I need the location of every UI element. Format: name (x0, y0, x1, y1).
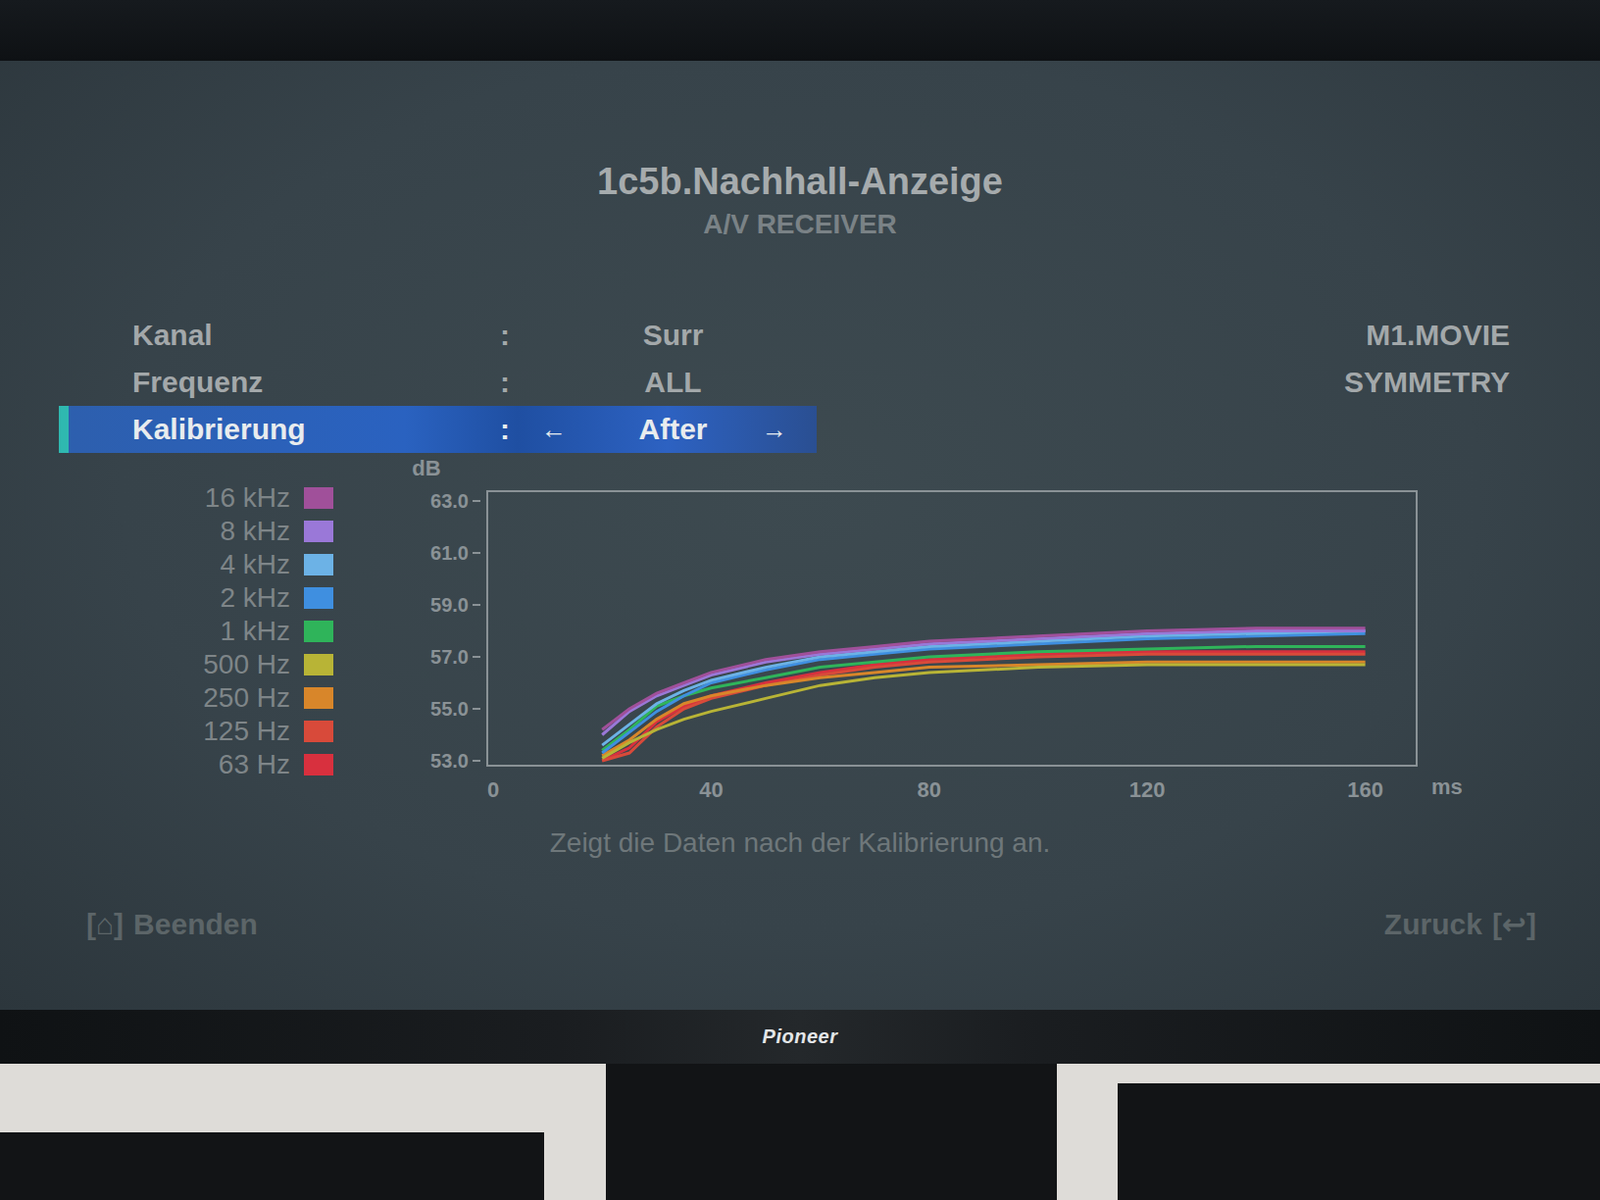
series-line (601, 633, 1365, 753)
left-device (0, 1132, 545, 1200)
legend-swatch (303, 553, 334, 576)
setting-separator: : (500, 365, 530, 400)
tv-top-bezel (0, 0, 1600, 61)
setting-label: Frequenz (132, 365, 500, 400)
tv-bottom-bezel: Pioneer (0, 1009, 1600, 1064)
legend-item: 1 kHz (0, 614, 334, 649)
settings-row[interactable]: Frequenz:ALL (58, 358, 817, 406)
y-tick: 59.0 (430, 594, 481, 616)
left-arrow-icon[interactable]: ← (541, 414, 567, 446)
legend-swatch (303, 653, 334, 676)
x-tick: 160 (1347, 777, 1384, 802)
svg-text:ms: ms (1431, 774, 1463, 800)
screen-subtitle: A/V RECEIVER (0, 207, 1600, 242)
y-tick: 55.0 (430, 698, 481, 720)
setting-separator: : (500, 412, 530, 447)
back-hint[interactable]: Zuruck[↩] (1384, 907, 1537, 942)
settings-area: Kanal:SurrFrequenz:ALLKalibrierung:←Afte… (0, 311, 1600, 453)
svg-text:59.0: 59.0 (430, 594, 469, 616)
mode-text: SYMMETRY (1344, 358, 1510, 406)
receiver-screen: 1c5b.Nachhall-AnzeigeA/V RECEIVERKanal:S… (0, 60, 1600, 1010)
setting-label: Kanal (132, 318, 500, 352)
svg-text:53.0: 53.0 (430, 750, 469, 772)
setting-separator: : (500, 318, 530, 352)
svg-text:63.0: 63.0 (430, 490, 469, 512)
chart-legend: 16 kHz8 kHz4 kHz2 kHz1 kHz500 Hz250 Hz12… (0, 481, 363, 782)
series-line (601, 646, 1365, 750)
legend-item: 250 Hz (0, 681, 334, 715)
svg-text:55.0: 55.0 (430, 698, 469, 720)
x-tick: 80 (917, 777, 942, 802)
svg-text:57.0: 57.0 (430, 646, 469, 668)
home-key-icon: [⌂] (86, 907, 124, 942)
setting-value[interactable]: ALL (529, 365, 817, 400)
return-key-icon: [↩] (1492, 907, 1537, 942)
setting-value[interactable]: Surr (529, 318, 817, 352)
legend-item: 8 kHz (0, 514, 334, 549)
legend-swatch (303, 520, 334, 543)
settings-list: Kanal:SurrFrequenz:ALLKalibrierung:←Afte… (58, 311, 817, 453)
legend-item: 125 Hz (0, 714, 334, 749)
legend-swatch (303, 487, 334, 509)
legend-swatch (303, 587, 334, 609)
screen-title: 1c5b.Nachhall-Anzeige (0, 158, 1600, 204)
shelf (0, 1063, 1600, 1200)
mode-info: M1.MOVIESYMMETRY (1344, 311, 1510, 453)
legend-item: 63 Hz (0, 748, 334, 782)
brand-logo: Pioneer (762, 1025, 839, 1049)
reverb-chart: dB 63.0 61.0 59.0 57.0 55.0 53.0 0 40 80 120 160 ms (392, 455, 1471, 809)
legend-item: 500 Hz (0, 648, 334, 682)
legend-swatch (303, 753, 334, 776)
svg-text:dB: dB (411, 455, 441, 481)
right-arrow-icon[interactable]: → (761, 414, 788, 446)
x-tick: 0 (487, 777, 500, 802)
series-line (601, 631, 1365, 736)
exit-hint[interactable]: [⌂]Beenden (86, 907, 258, 942)
legend-item: 2 kHz (0, 581, 334, 615)
tv-photo: 1c5b.Nachhall-AnzeigeA/V RECEIVERKanal:S… (0, 0, 1600, 1200)
legend-swatch (303, 720, 334, 743)
chart-area: 16 kHz8 kHz4 kHz2 kHz1 kHz500 Hz250 Hz12… (0, 455, 1600, 809)
legend-swatch (303, 620, 334, 643)
y-tick: 61.0 (430, 542, 481, 564)
setting-value[interactable]: ←After→ (529, 412, 817, 447)
center-speaker (605, 1063, 1057, 1200)
footer: [⌂]Beenden Zuruck[↩] (0, 907, 1600, 942)
settings-row[interactable]: Kalibrierung:←After→ (58, 405, 817, 453)
x-tick: 40 (699, 777, 723, 802)
settings-row[interactable]: Kanal:Surr (58, 311, 817, 359)
svg-text:61.0: 61.0 (430, 542, 469, 564)
series-line (601, 651, 1365, 761)
mode-text: M1.MOVIE (1365, 311, 1510, 359)
legend-item: 16 kHz (0, 481, 334, 515)
y-tick: 57.0 (430, 646, 481, 668)
y-tick: 53.0 (430, 750, 481, 772)
plot-frame (487, 491, 1417, 766)
x-tick: 120 (1129, 777, 1166, 802)
right-device (1117, 1083, 1600, 1200)
series-line (601, 631, 1365, 747)
series-line (601, 628, 1365, 730)
setting-label: Kalibrierung (132, 412, 500, 447)
y-tick: 63.0 (430, 490, 481, 512)
legend-item: 4 kHz (0, 548, 334, 582)
caption: Zeigt die Daten nach der Kalibrierung an… (0, 826, 1600, 860)
legend-swatch (303, 687, 334, 709)
